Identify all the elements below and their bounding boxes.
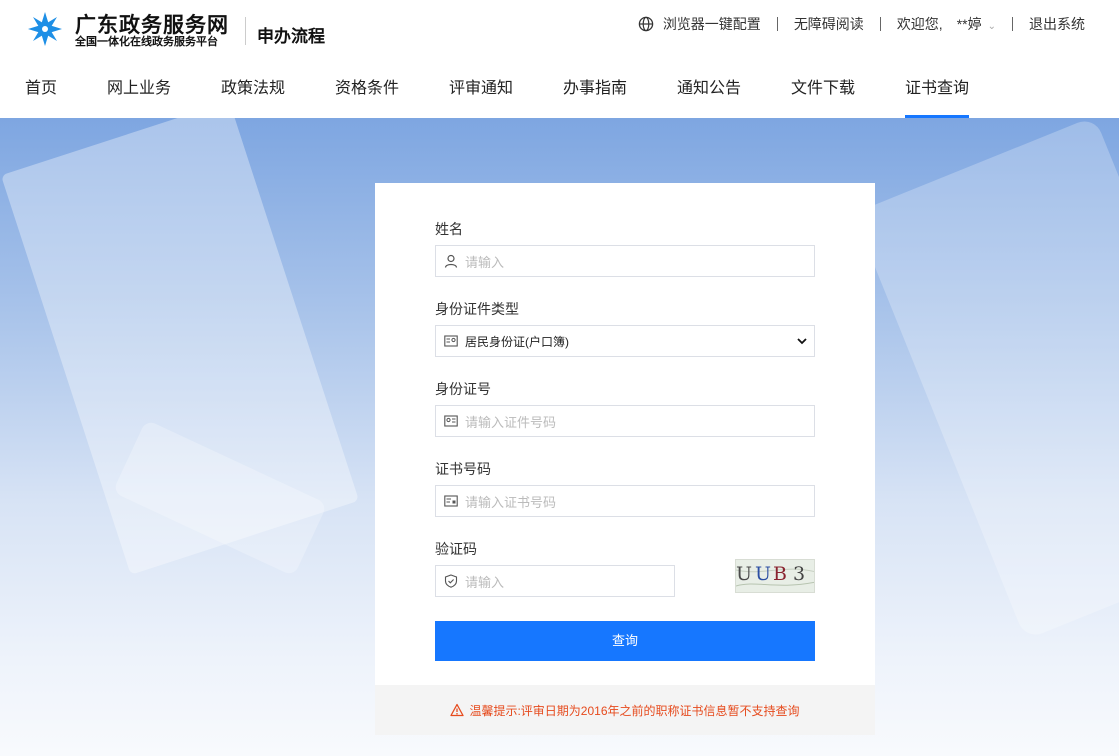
- id-number-input[interactable]: 请输入证件号码: [435, 405, 815, 437]
- browser-config-link[interactable]: 浏览器一键配置: [663, 14, 761, 34]
- cert-number-input[interactable]: 请输入证书号码: [435, 485, 815, 517]
- section-title: 申办流程: [257, 27, 325, 46]
- name-input[interactable]: 请输入: [435, 245, 815, 277]
- captcha-char: 3: [793, 563, 806, 585]
- id-type-value: 居民身份证(户口簿): [465, 334, 569, 349]
- captcha-input[interactable]: 请输入: [435, 565, 675, 597]
- nav-item-certificate-query[interactable]: 证书查询: [905, 60, 970, 118]
- nav-item-policies[interactable]: 政策法规: [221, 60, 285, 118]
- id-number-placeholder: 请输入证件号码: [465, 414, 557, 430]
- main-nav: 首页 网上业务 政策法规 资格条件 评审通知 办事指南 通知公告 文件下载 证书…: [0, 60, 1119, 118]
- cert-number-label: 证书号码: [435, 461, 491, 477]
- warning-notice: 温馨提示:评审日期为2016年之前的职称证书信息暂不支持查询: [375, 685, 875, 735]
- certificate-query-form: 姓名 请输入 身份证件类型 居民身份证(户口簿) 身份证号 请输入证件号码 证书…: [375, 183, 875, 685]
- captcha-char: B: [773, 563, 787, 585]
- user-icon: [444, 254, 458, 268]
- user-menu[interactable]: **婷 ⌄: [957, 14, 996, 34]
- top-right-links: 浏览器一键配置 无障碍阅读 欢迎您, **婷 ⌄ 退出系统: [638, 14, 1085, 34]
- captcha-char: U: [755, 563, 772, 585]
- nav-item-home[interactable]: 首页: [25, 60, 57, 118]
- globe-icon: [638, 16, 654, 32]
- query-button[interactable]: 查询: [435, 621, 815, 661]
- nav-item-guide[interactable]: 办事指南: [563, 60, 627, 118]
- accessibility-link[interactable]: 无障碍阅读: [794, 14, 864, 34]
- nav-item-review-notices[interactable]: 评审通知: [449, 60, 513, 118]
- divider: [776, 17, 778, 31]
- captcha-image[interactable]: U U B 3: [735, 559, 815, 593]
- id-type-select[interactable]: 居民身份证(户口簿): [435, 325, 815, 357]
- logout-link[interactable]: 退出系统: [1029, 14, 1085, 34]
- top-header: 广东政务服务网 全国一体化在线政务服务平台 申办流程 浏览器一键配置 无障碍阅读…: [0, 0, 1119, 60]
- nav-item-online-business[interactable]: 网上业务: [107, 60, 171, 118]
- captcha-label: 验证码: [435, 541, 477, 557]
- chevron-down-icon: ⌄: [987, 21, 996, 32]
- username: **婷: [956, 16, 982, 32]
- chevron-down-icon: [797, 338, 807, 345]
- site-subtitle: 全国一体化在线政务服务平台: [75, 36, 218, 48]
- id-type-label: 身份证件类型: [435, 301, 519, 317]
- id-card-icon: [444, 415, 458, 427]
- background-keyboard: [853, 118, 1119, 640]
- captcha-placeholder: 请输入: [465, 574, 505, 590]
- shield-check-icon: [444, 574, 458, 588]
- certificate-icon: [444, 495, 458, 507]
- notice-text: 温馨提示:评审日期为2016年之前的职称证书信息暂不支持查询: [469, 703, 800, 718]
- name-placeholder: 请输入: [465, 254, 505, 270]
- cert-number-placeholder: 请输入证书号码: [465, 494, 557, 510]
- divider: [1012, 17, 1013, 31]
- nav-item-announcements[interactable]: 通知公告: [677, 60, 741, 118]
- warning-icon: [450, 703, 465, 717]
- captcha-char: U: [736, 563, 753, 585]
- name-label: 姓名: [435, 221, 463, 237]
- nav-item-downloads[interactable]: 文件下载: [791, 60, 855, 118]
- id-card-icon: [444, 335, 458, 347]
- id-number-label: 身份证号: [435, 381, 491, 397]
- nav-item-qualifications[interactable]: 资格条件: [335, 60, 399, 118]
- gd-logo-icon: [28, 12, 62, 46]
- welcome-text: 欢迎您,: [896, 16, 943, 32]
- brand-divider: [245, 17, 246, 45]
- divider: [879, 17, 881, 31]
